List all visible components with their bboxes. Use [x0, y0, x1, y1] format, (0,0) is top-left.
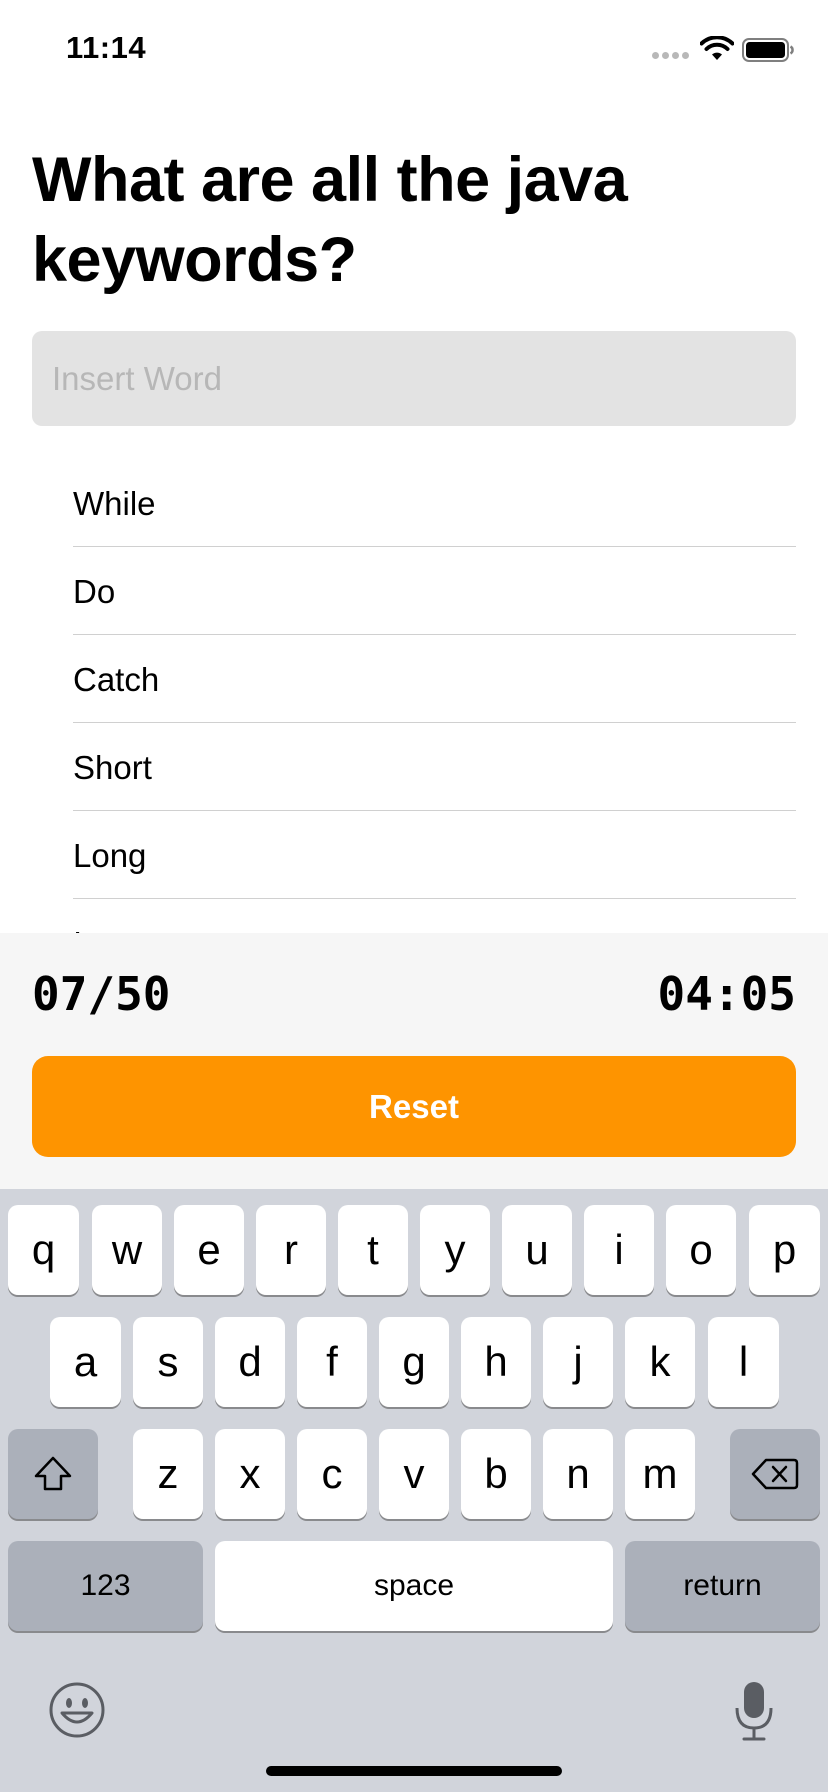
key-n[interactable]: n — [543, 1429, 613, 1519]
key-v[interactable]: v — [379, 1429, 449, 1519]
key-u[interactable]: u — [502, 1205, 572, 1295]
key-w[interactable]: w — [92, 1205, 162, 1295]
status-bar: 11:14 — [0, 0, 828, 100]
list-item: Int — [73, 899, 796, 933]
word-list[interactable]: While Do Catch Short Long Int — [0, 459, 828, 933]
key-a[interactable]: a — [50, 1317, 121, 1407]
battery-icon — [742, 38, 794, 62]
home-indicator — [266, 1766, 562, 1776]
key-y[interactable]: y — [420, 1205, 490, 1295]
backspace-icon — [751, 1458, 799, 1490]
return-key[interactable]: return — [625, 1541, 820, 1631]
key-j[interactable]: j — [543, 1317, 613, 1407]
shift-key[interactable] — [8, 1429, 98, 1519]
score-counter: 07/50 — [32, 967, 171, 1021]
score-panel: 07/50 04:05 Reset — [0, 933, 828, 1189]
numbers-key[interactable]: 123 — [8, 1541, 203, 1631]
key-g[interactable]: g — [379, 1317, 449, 1407]
key-i[interactable]: i — [584, 1205, 654, 1295]
word-input[interactable] — [32, 331, 796, 426]
countdown-timer: 04:05 — [657, 967, 796, 1021]
list-item-label: Long — [73, 837, 147, 874]
key-k[interactable]: k — [625, 1317, 695, 1407]
key-p[interactable]: p — [749, 1205, 820, 1295]
key-s[interactable]: s — [133, 1317, 203, 1407]
key-x[interactable]: x — [215, 1429, 285, 1519]
reset-button[interactable]: Reset — [32, 1056, 796, 1157]
emoji-icon[interactable] — [48, 1681, 106, 1739]
key-f[interactable]: f — [297, 1317, 367, 1407]
key-e[interactable]: e — [174, 1205, 244, 1295]
list-item: Long — [73, 811, 796, 899]
shift-icon — [34, 1456, 72, 1491]
question-title: What are all the java keywords? — [32, 145, 628, 295]
list-item-label: Do — [73, 573, 116, 610]
list-item-label: Int — [73, 925, 110, 933]
list-item: Catch — [73, 635, 796, 723]
list-item-label: While — [73, 485, 156, 522]
backspace-key[interactable] — [730, 1429, 820, 1519]
key-h[interactable]: h — [461, 1317, 531, 1407]
list-item: While — [73, 459, 796, 547]
space-key[interactable]: space — [215, 1541, 613, 1631]
cellular-signal-icon — [652, 52, 692, 60]
wifi-icon — [700, 36, 734, 60]
key-c[interactable]: c — [297, 1429, 367, 1519]
list-item-label: Catch — [73, 661, 160, 698]
key-m[interactable]: m — [625, 1429, 695, 1519]
key-z[interactable]: z — [133, 1429, 203, 1519]
key-d[interactable]: d — [215, 1317, 285, 1407]
key-t[interactable]: t — [338, 1205, 408, 1295]
list-item: Short — [73, 723, 796, 811]
key-r[interactable]: r — [256, 1205, 326, 1295]
key-o[interactable]: o — [666, 1205, 736, 1295]
list-item-label: Short — [73, 749, 152, 786]
key-q[interactable]: q — [8, 1205, 79, 1295]
list-item: Do — [73, 547, 796, 635]
status-time: 11:14 — [66, 30, 147, 65]
key-b[interactable]: b — [461, 1429, 531, 1519]
key-l[interactable]: l — [708, 1317, 779, 1407]
microphone-icon[interactable] — [734, 1680, 774, 1742]
